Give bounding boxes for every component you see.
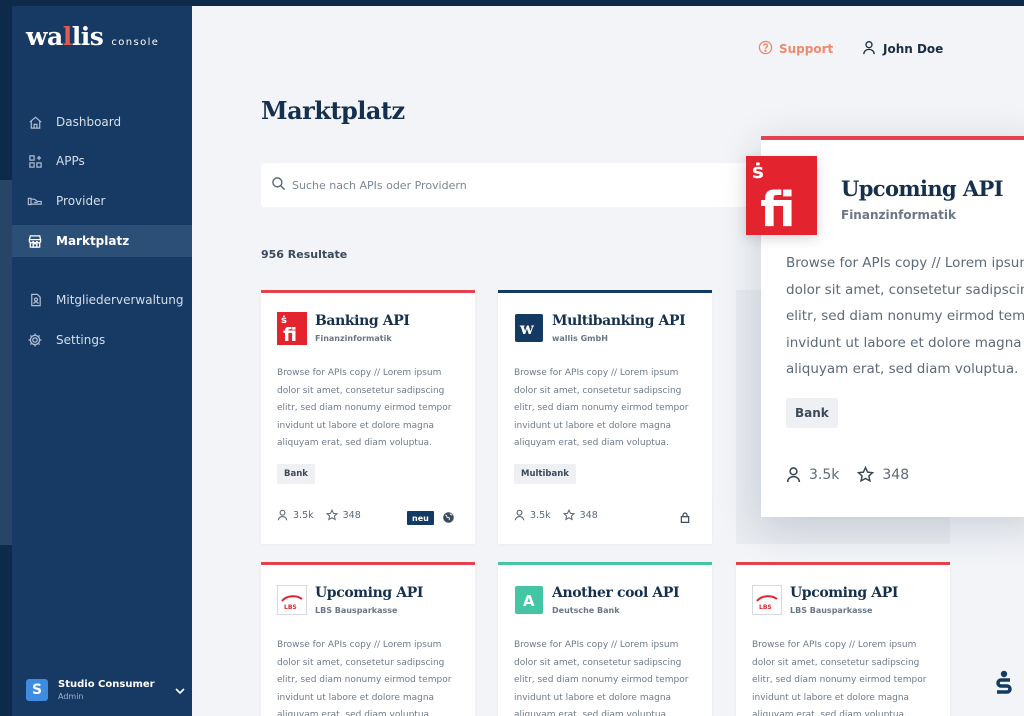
card-description: Browse for APIs copy // Lorem ipsum dolo…	[514, 368, 689, 448]
card-stats: 3.5k 348	[786, 466, 927, 483]
apps-grid-icon	[26, 152, 44, 170]
support-link[interactable]: Support	[758, 40, 833, 58]
card-description: Browse for APIs copy // Lorem ipsum dolo…	[514, 640, 689, 716]
card-stats: 3.5k 348	[277, 509, 373, 521]
logo-wordmark: wallis	[26, 22, 104, 51]
card-description: Browse for APIs copy // Lorem ipsum dolo…	[752, 640, 927, 716]
results-count: 956 Resultate	[261, 248, 348, 261]
svg-text:LBS: LBS	[759, 604, 772, 611]
card-description: Browse for APIs copy // Lorem ipsum dolo…	[277, 640, 452, 716]
sidebar-item-provider[interactable]: Provider	[12, 185, 192, 217]
sidebar-item-settings[interactable]: Settings	[12, 324, 192, 356]
api-card[interactable]: A Another cool API Deutsche Bank Browse …	[498, 562, 712, 716]
search-input[interactable]	[292, 178, 712, 192]
sidebar-item-label: Provider	[56, 194, 106, 208]
api-card[interactable]: LBS Upcoming API LBS Bausparkasse Browse…	[261, 562, 475, 716]
lbs-logo: LBS	[752, 585, 782, 615]
svg-text:A: A	[523, 592, 535, 610]
members-icon	[26, 291, 44, 309]
chevron-down-icon[interactable]	[174, 682, 186, 701]
card-title: Upcoming API	[315, 585, 423, 601]
store-icon	[26, 232, 44, 250]
api-card[interactable]: w Multibanking API wallis GmbH Browse fo…	[498, 290, 712, 544]
sidebar-item-apps[interactable]: APPs	[12, 145, 192, 177]
search-bar[interactable]	[261, 163, 781, 207]
card-provider: Finanzinformatik	[315, 334, 392, 343]
sidebar-item-dashboard[interactable]: Dashboard	[12, 106, 192, 138]
stars-stat: 348	[325, 509, 361, 521]
sidebar-item-label: Marktplatz	[56, 234, 130, 248]
card-tag[interactable]: Bank	[786, 398, 838, 428]
stars-stat: 348	[857, 466, 909, 483]
card-provider: LBS Bausparkasse	[790, 606, 873, 615]
users-stat: 3.5k	[514, 509, 551, 521]
globe-icon	[442, 509, 455, 528]
user-icon	[862, 40, 876, 58]
window-left-edge-highlight	[0, 180, 12, 545]
user-name: John Doe	[883, 42, 944, 56]
finanzinformatik-logo: ṡ fi	[746, 156, 817, 235]
sparkasse-icon	[994, 670, 1014, 702]
new-badge: neu	[407, 511, 434, 525]
card-tag[interactable]: Bank	[277, 464, 315, 484]
sidebar-item-label: Settings	[56, 333, 106, 347]
account-name: Studio Consumer	[58, 679, 155, 690]
card-description: Browse for APIs copy // Lorem ipsum dolo…	[786, 255, 1024, 377]
search-icon	[271, 176, 286, 195]
users-stat: 3.5k	[786, 466, 839, 483]
support-label: Support	[779, 42, 834, 56]
api-card[interactable]: LBS Upcoming API LBS Bausparkasse Browse…	[736, 562, 950, 716]
page-title: Marktplatz	[261, 96, 405, 125]
deutsche-bank-logo: A	[514, 585, 544, 615]
card-title: Banking API	[315, 313, 410, 329]
gear-icon	[26, 331, 44, 349]
card-title: Another cool API	[552, 585, 680, 601]
sidebar: wallis console Dashboard APPs Provider M…	[12, 6, 192, 716]
svg-text:LBS: LBS	[284, 604, 297, 611]
sidebar-item-label: Mitgliederverwaltung	[56, 293, 184, 307]
account-role: Admin	[58, 692, 84, 701]
wallis-logo[interactable]: wallis console	[26, 22, 159, 51]
card-stats: 3.5k 348	[514, 509, 610, 521]
home-icon	[26, 113, 44, 131]
api-card[interactable]: ṡ fi Banking API Finanzinformatik Browse …	[261, 290, 475, 544]
card-title: Multibanking API	[552, 313, 686, 329]
account-switcher[interactable]: S Studio Consumer Admin	[26, 676, 186, 704]
lock-icon	[679, 509, 691, 528]
lbs-logo: LBS	[277, 585, 307, 615]
sidebar-item-label: APPs	[56, 154, 85, 168]
finanzinformatik-logo: ṡ fi	[277, 311, 307, 345]
stars-stat: 348	[562, 509, 598, 521]
account-avatar: S	[26, 679, 48, 701]
card-provider: Finanzinformatik	[841, 208, 956, 222]
account-info: Studio Consumer Admin	[58, 679, 155, 701]
card-tag[interactable]: Multibank	[514, 464, 576, 484]
svg-text:fi: fi	[760, 182, 796, 235]
card-title: Upcoming API	[841, 176, 1004, 201]
help-circle-icon	[758, 40, 773, 58]
sidebar-item-mitgliederverwaltung[interactable]: Mitgliederverwaltung	[12, 284, 192, 316]
card-provider: wallis GmbH	[552, 334, 608, 343]
wallis-logo-icon: w	[514, 313, 544, 343]
svg-text:w: w	[519, 319, 535, 338]
card-provider: Deutsche Bank	[552, 606, 620, 615]
sidebar-item-marktplatz[interactable]: Marktplatz	[12, 225, 192, 257]
sidebar-item-label: Dashboard	[56, 115, 122, 129]
user-menu[interactable]: John Doe	[862, 40, 943, 58]
users-stat: 3.5k	[277, 509, 314, 521]
card-provider: LBS Bausparkasse	[315, 606, 398, 615]
card-description: Browse for APIs copy // Lorem ipsum dolo…	[277, 368, 452, 448]
window-left-edge	[0, 0, 12, 716]
provider-icon	[26, 192, 44, 210]
svg-text:ṡ: ṡ	[752, 159, 764, 183]
card-title: Upcoming API	[790, 585, 898, 601]
logo-suffix: console	[111, 37, 160, 48]
svg-text:fi: fi	[283, 324, 297, 345]
